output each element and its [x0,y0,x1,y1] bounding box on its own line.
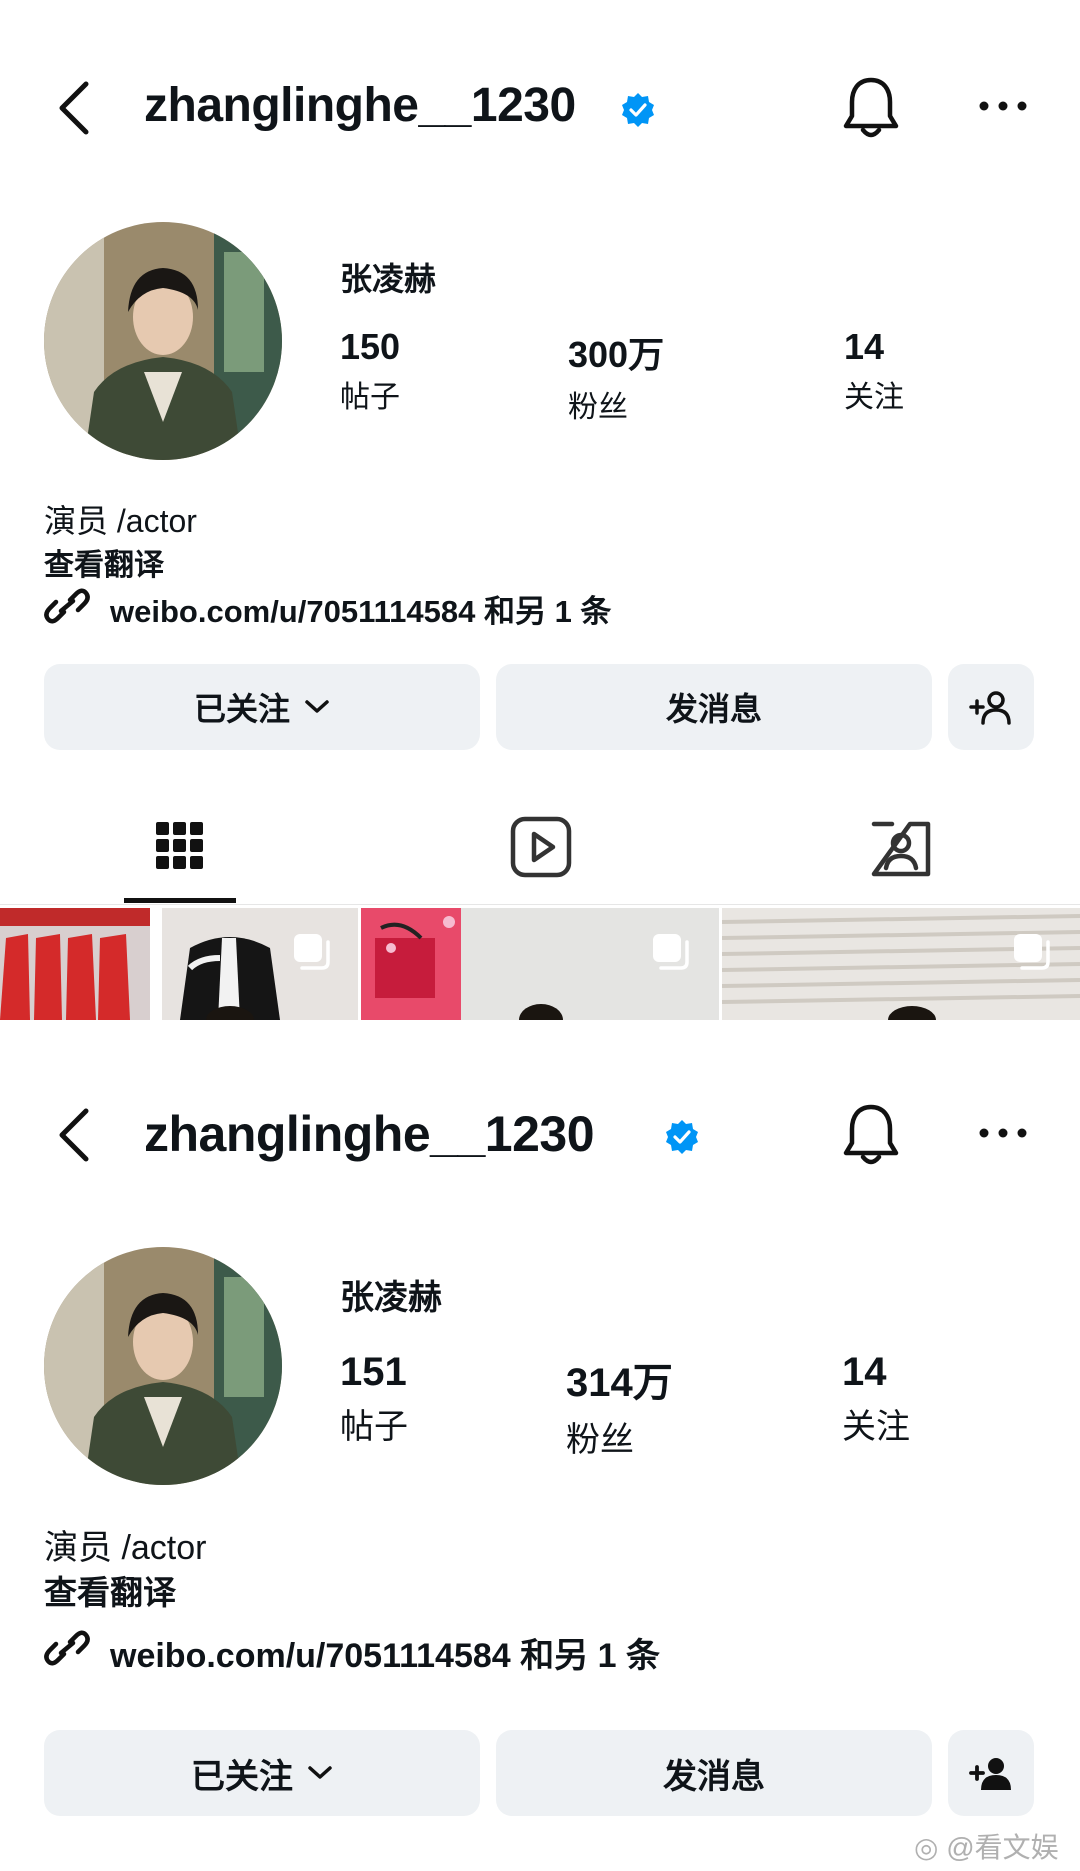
profile-tabs [0,802,1080,905]
profile-username: zhanglinghe__1230 [144,1106,595,1162]
following-stat[interactable]: 14 关注 [844,326,904,416]
bio-text: 演员 /actor [44,1529,207,1567]
header-bar: zhanglinghe__1230 [0,1075,1080,1195]
grid-icon [156,822,203,869]
back-arrow-icon[interactable] [52,76,96,140]
active-tab-indicator [124,898,236,903]
posts-stat[interactable]: 151 帖子 [340,1350,408,1448]
weibo-watermark: ◎ @看文娱 [914,1826,1059,1866]
following-stat[interactable]: 14 关注 [842,1350,910,1448]
following-count: 14 [842,1350,887,1394]
display-name: 张凌赫 [340,261,437,297]
tab-posts-grid[interactable] [0,802,360,904]
display-name: 张凌赫 [340,1279,442,1317]
watermark-text: @看文娱 [946,1832,1059,1863]
following-button[interactable]: 已关注 [44,1730,480,1816]
posts-label: 帖子 [340,1408,408,1446]
bio-text: 演员 /actor [44,503,197,539]
carousel-icon [294,934,330,970]
posts-count: 150 [340,326,401,367]
followers-stat[interactable]: 300万 粉丝 [568,326,664,426]
more-options-icon[interactable] [978,98,1028,114]
weibo-logo-icon: ◎ [914,1832,939,1863]
header-bar: zhanglinghe__1230 [0,48,1080,168]
suggest-users-button[interactable] [948,1730,1034,1816]
post-thumbnail[interactable] [361,908,719,1020]
posts-grid [0,908,1080,1020]
reels-icon [510,816,572,878]
profile-screen-before: zhanglinghe__1230 张凌赫 150 帖子 300万 粉丝 14 … [0,0,1080,1030]
posts-stat[interactable]: 150 帖子 [340,326,400,416]
following-button-label: 已关注 [191,1757,293,1796]
following-label: 关注 [844,381,904,414]
link-icon [44,588,90,624]
chevron-down-icon [308,1766,332,1779]
add-person-filled-icon [969,1758,1011,1790]
chevron-down-icon [305,700,329,713]
message-button-label: 发消息 [665,691,762,727]
link-text: weibo.com/u/7051114584 和另 1 条 [110,594,612,629]
verified-badge-icon [666,1120,698,1154]
tab-tagged[interactable] [720,802,1080,904]
profile-avatar[interactable] [44,222,282,460]
profile-username: zhanglinghe__1230 [144,79,576,132]
more-options-icon[interactable] [978,1125,1028,1141]
see-translation-link[interactable]: 查看翻译 [44,1566,176,1614]
followers-label: 粉丝 [568,391,628,424]
post-thumbnail[interactable] [722,908,1080,1020]
suggest-users-button[interactable] [948,664,1034,750]
add-person-outline-icon [969,691,1011,725]
tagged-icon [871,821,931,877]
carousel-icon [653,934,689,970]
following-button-label: 已关注 [193,691,290,727]
followers-count: 300万 [568,334,665,375]
back-arrow-icon[interactable] [52,1103,96,1167]
carousel-icon [1014,934,1050,970]
message-button[interactable]: 发消息 [496,664,932,750]
following-count: 14 [844,326,885,367]
following-button[interactable]: 已关注 [44,664,480,750]
notification-bell-icon[interactable] [840,1099,902,1169]
profile-screen-after: zhanglinghe__1230 张凌赫 151 帖子 314万 粉丝 14 … [0,1030,1080,1871]
tab-reels[interactable] [360,802,720,904]
message-button-label: 发消息 [663,1757,765,1796]
post-thumbnail[interactable] [0,908,358,1020]
followers-count: 314万 [566,1361,673,1405]
notification-bell-icon[interactable] [840,72,902,142]
message-button[interactable]: 发消息 [496,1730,932,1816]
verified-badge-icon [622,93,654,127]
link-text: weibo.com/u/7051114584 和另 1 条 [110,1637,660,1675]
posts-label: 帖子 [340,381,400,414]
profile-avatar[interactable] [44,1247,282,1485]
see-translation-link[interactable]: 查看翻译 [44,540,164,584]
posts-count: 151 [340,1350,407,1394]
followers-label: 粉丝 [566,1421,634,1459]
link-icon [44,1630,90,1666]
following-label: 关注 [842,1408,910,1446]
followers-stat[interactable]: 314万 粉丝 [566,1350,673,1461]
